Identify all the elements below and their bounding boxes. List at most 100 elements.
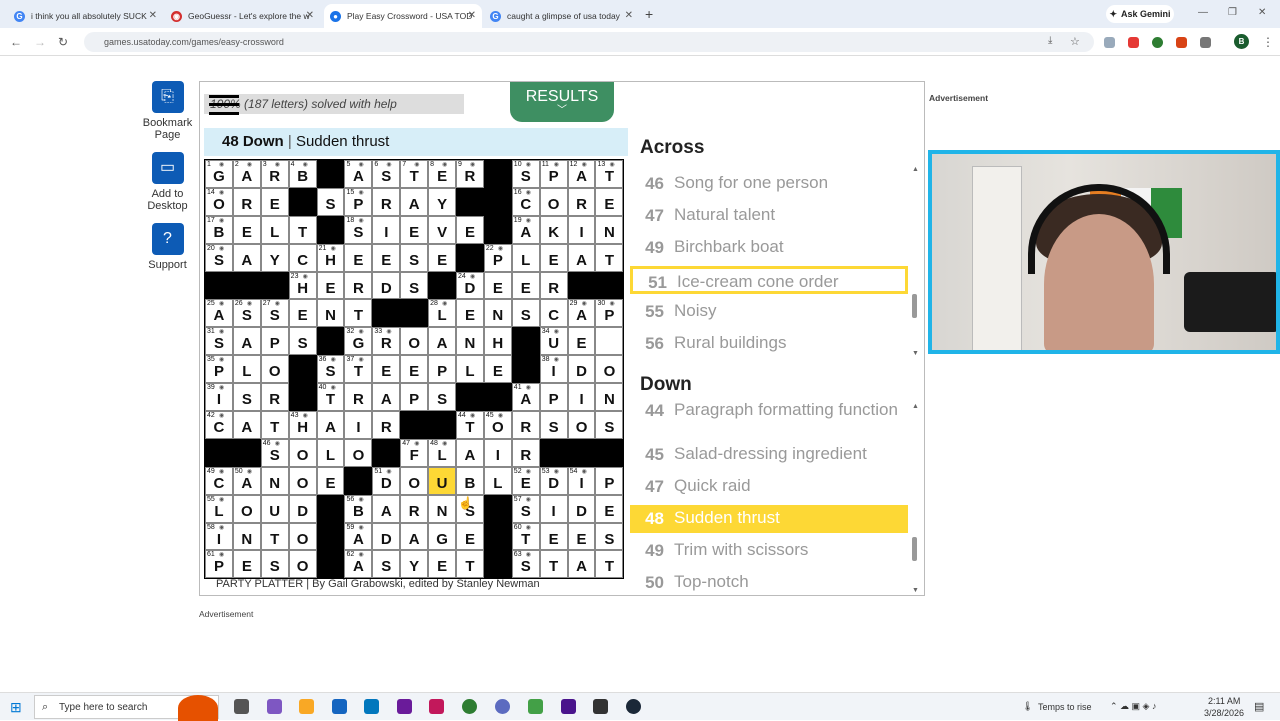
grid-cell[interactable]: T xyxy=(344,299,373,328)
grid-cell[interactable]: I xyxy=(372,215,401,244)
grid-cell[interactable]: U xyxy=(260,494,289,523)
tab-3[interactable]: ● Play Easy Crossword - USA TOD ✕ xyxy=(324,4,482,28)
restore-icon[interactable]: ❐ xyxy=(1228,7,1237,18)
grid-cell[interactable]: E xyxy=(456,522,484,551)
grid-cell[interactable]: R xyxy=(344,271,373,300)
grid-cell[interactable]: I xyxy=(483,438,512,467)
grid-cell[interactable]: A xyxy=(400,187,429,216)
grid-cell[interactable]: 22 ◉ P xyxy=(483,243,512,272)
clue-item[interactable]: 47 Quick raid xyxy=(630,473,908,501)
grid-cell[interactable]: R xyxy=(539,271,568,300)
grid-cell[interactable]: I xyxy=(539,494,568,523)
grid-cell[interactable]: E xyxy=(232,215,261,244)
support-button[interactable]: ? Support xyxy=(140,223,195,271)
grid-cell[interactable]: 45 ◉ O xyxy=(483,411,512,439)
grid-cell[interactable]: 7 ◉ T xyxy=(400,160,429,188)
grid-cell[interactable]: L xyxy=(483,466,512,495)
grid-cell[interactable]: T xyxy=(260,522,289,551)
grid-cell[interactable]: O xyxy=(288,466,317,495)
grid-cell[interactable]: E xyxy=(428,550,457,579)
bookmark-page-button[interactable]: ⎘ Bookmark Page xyxy=(140,81,195,141)
close-icon[interactable]: ✕ xyxy=(468,10,476,21)
grid-cell[interactable]: D xyxy=(567,355,596,384)
grid-cell[interactable]: E xyxy=(316,466,345,495)
grid-cell[interactable]: 52 ◉ E xyxy=(511,466,540,495)
grid-cell[interactable]: E xyxy=(400,215,429,244)
grid-cell[interactable]: 17 ◉ B xyxy=(205,215,233,244)
results-button[interactable]: RESULTS ﹀ xyxy=(510,82,614,122)
windows-start-icon[interactable]: ⊞ xyxy=(10,699,22,716)
grid-cell[interactable]: I xyxy=(567,215,596,244)
grid-cell[interactable]: T xyxy=(260,411,289,439)
weather-widget-icon[interactable] xyxy=(178,695,218,721)
grid-cell[interactable]: U xyxy=(428,466,457,495)
grid-cell[interactable]: P xyxy=(400,383,429,412)
url-field[interactable]: games.usatoday.com/games/easy-crossword xyxy=(84,32,1094,52)
grid-cell[interactable]: 20 ◉ S xyxy=(205,243,233,272)
grid-cell[interactable]: E xyxy=(567,522,596,551)
grid-cell[interactable]: D xyxy=(372,522,401,551)
grid-cell[interactable]: 50 ◉ A xyxy=(232,466,261,495)
grid-cell[interactable]: 19 ◉ A xyxy=(511,215,540,244)
grid-cell[interactable]: 15 ◉ P xyxy=(344,187,373,216)
grid-cell[interactable]: E xyxy=(483,355,512,384)
grid-cell[interactable]: 30 ◉ P xyxy=(595,299,624,328)
grid-cell[interactable]: S xyxy=(400,243,429,272)
grid-cell[interactable]: 63 ◉ S xyxy=(511,550,540,579)
grid-cell[interactable]: A xyxy=(456,438,484,467)
grid-cell[interactable]: L xyxy=(316,438,345,467)
grid-cell[interactable]: R xyxy=(567,187,596,216)
grid-cell[interactable]: 57 ◉ S xyxy=(511,494,540,523)
grid-cell[interactable]: R xyxy=(344,383,373,412)
grid-cell[interactable]: O xyxy=(232,494,261,523)
grid-cell[interactable]: 11 ◉ P xyxy=(539,160,568,188)
grid-cell[interactable]: 61 ◉ P xyxy=(205,550,233,579)
tab-4[interactable]: G caught a glimpse of usa today ✕ xyxy=(484,4,639,28)
grid-cell[interactable]: 21 ◉ H xyxy=(316,243,345,272)
grid-cell[interactable]: O xyxy=(288,522,317,551)
tab-1[interactable]: G i think you all absolutely SUCK ✕ xyxy=(8,4,163,28)
grid-cell[interactable]: O xyxy=(288,438,317,467)
grid-cell[interactable]: 43 ◉ H xyxy=(288,411,317,439)
grid-cell[interactable]: S xyxy=(595,411,624,439)
grid-cell[interactable]: N xyxy=(483,299,512,328)
grid-cell[interactable]: T xyxy=(539,550,568,579)
grid-cell[interactable]: 18 ◉ S xyxy=(344,215,373,244)
grid-cell[interactable]: O xyxy=(344,438,373,467)
grid-cell[interactable]: O xyxy=(260,355,289,384)
extension-icon[interactable] xyxy=(1152,37,1163,48)
clue-item[interactable]: 56 Rural buildings xyxy=(630,330,908,358)
grid-cell[interactable]: 13 ◉ T xyxy=(595,160,624,188)
crossword-grid[interactable]: 1 ◉ G 2 ◉ A 3 ◉ R 4 ◉ B 5 ◉ A 6 ◉ S 7 ◉ T 8 ◉ E 9 ◉ R 10 ◉ S 11 ◉ P 12 ◉ A 1… xyxy=(204,159,624,579)
grid-cell[interactable]: 40 ◉ T xyxy=(316,383,345,412)
grid-cell[interactable]: Y xyxy=(428,187,457,216)
music-icon[interactable] xyxy=(429,699,444,714)
grid-cell[interactable]: R xyxy=(372,411,401,439)
grid-cell[interactable]: T xyxy=(288,215,317,244)
grid-cell[interactable] xyxy=(595,327,624,356)
ask-gemini-button[interactable]: ✦ Ask Gemini xyxy=(1106,5,1174,23)
grid-cell[interactable]: N xyxy=(595,215,624,244)
grid-cell[interactable]: 16 ◉ C xyxy=(511,187,540,216)
clue-item[interactable]: 46 Song for one person xyxy=(630,170,908,198)
grid-cell[interactable]: 3 ◉ R xyxy=(260,160,289,188)
scroll-up-icon[interactable]: ▲ xyxy=(912,403,919,410)
window-close-icon[interactable]: ✕ xyxy=(1258,7,1266,18)
grid-cell[interactable]: 62 ◉ A xyxy=(344,550,373,579)
grid-cell[interactable]: T xyxy=(456,550,484,579)
grid-cell[interactable]: A xyxy=(428,327,457,356)
grid-cell[interactable]: 2 ◉ A xyxy=(232,160,261,188)
grid-cell[interactable]: S xyxy=(595,522,624,551)
forward-icon[interactable]: → xyxy=(34,35,46,49)
grid-cell[interactable]: 33 ◉ R xyxy=(372,327,401,356)
grid-cell[interactable]: 8 ◉ E xyxy=(428,160,457,188)
grid-cell[interactable]: 39 ◉ I xyxy=(205,383,233,412)
grid-cell[interactable]: 28 ◉ L xyxy=(428,299,457,328)
task-view-icon[interactable] xyxy=(234,699,249,714)
grid-cell[interactable]: 38 ◉ I xyxy=(539,355,568,384)
grid-cell[interactable]: E xyxy=(539,243,568,272)
grid-cell[interactable]: E xyxy=(456,215,484,244)
grid-cell[interactable]: L xyxy=(232,355,261,384)
close-icon[interactable]: ✕ xyxy=(306,10,314,21)
scroll-down-icon[interactable]: ▼ xyxy=(912,350,919,357)
